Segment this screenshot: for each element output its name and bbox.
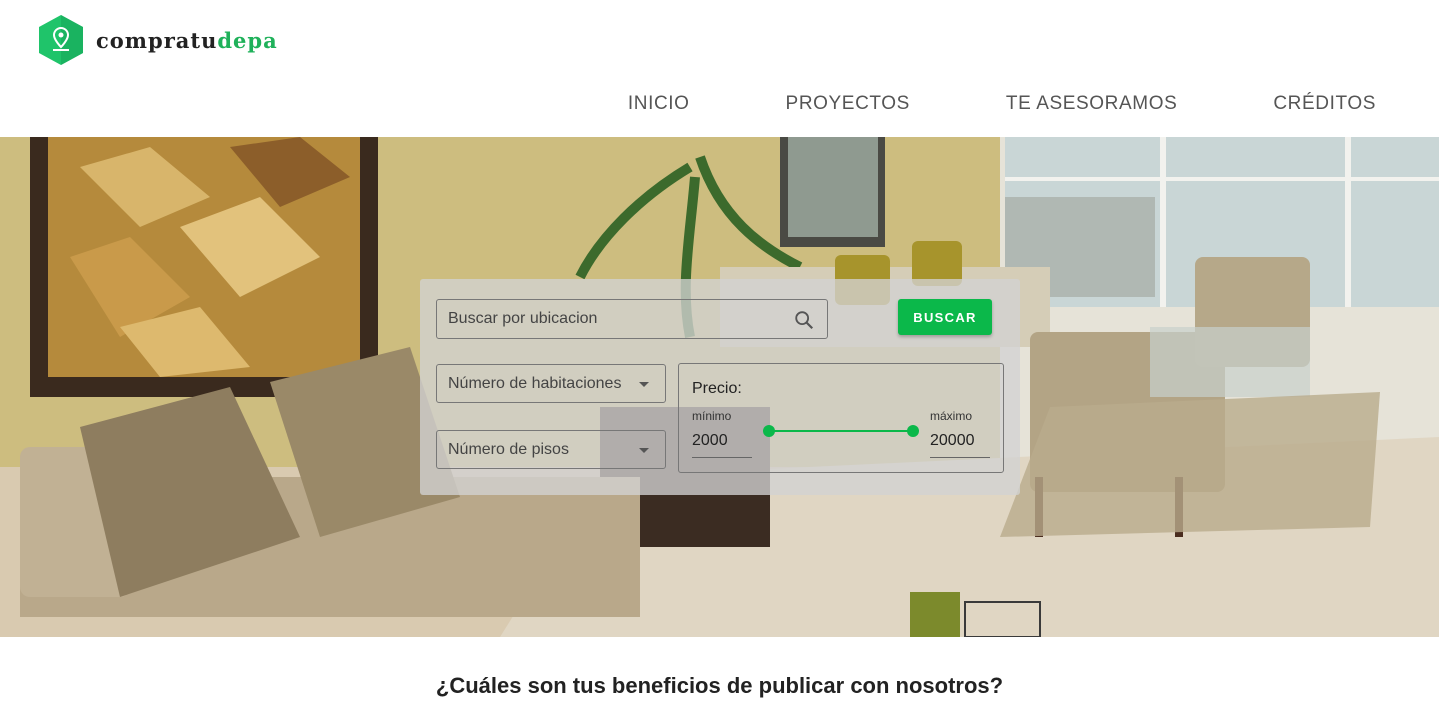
nav-creditos[interactable]: CRÉDITOS	[1273, 93, 1376, 115]
benefits-heading: ¿Cuáles son tus beneficios de publicar c…	[435, 673, 1004, 698]
max-price-input[interactable]: 20000	[930, 430, 990, 458]
floors-select[interactable]: Número de pisos	[436, 430, 666, 469]
rooms-select[interactable]: Número de habitaciones	[436, 364, 666, 403]
max-price-label: máximo	[930, 409, 973, 423]
nav-proyectos[interactable]: PROYECTOS	[786, 93, 910, 115]
price-slider-max-handle[interactable]	[907, 425, 919, 437]
buscar-button[interactable]: BUSCAR	[898, 299, 992, 335]
chevron-down-icon	[639, 382, 649, 387]
price-range-box: Precio: mínimo máximo 2000 20000	[678, 363, 1004, 473]
min-price-input[interactable]: 2000	[692, 430, 752, 458]
brand-name-part2: depa	[217, 27, 278, 53]
logo[interactable]: compratudepa	[38, 14, 278, 66]
location-pin-icon	[38, 14, 84, 66]
floors-select-label: Número de pisos	[448, 440, 569, 458]
price-slider-track[interactable]	[769, 430, 913, 432]
main-nav: INICIO PROYECTOS TE ASESORAMOS CRÉDITOS	[628, 93, 1376, 115]
chevron-down-icon	[639, 448, 649, 453]
site-header: compratudepa INICIO PROYECTOS TE ASESORA…	[0, 0, 1439, 137]
nav-inicio[interactable]: INICIO	[628, 93, 690, 115]
location-search-field[interactable]: Buscar por ubicacion	[436, 299, 828, 339]
price-slider-min-handle[interactable]	[763, 425, 775, 437]
min-price-label: mínimo	[692, 409, 732, 423]
rooms-select-label: Número de habitaciones	[448, 374, 622, 392]
brand-name: compratudepa	[96, 28, 278, 53]
nav-te-asesoramos[interactable]: TE ASESORAMOS	[1006, 93, 1177, 115]
location-search-input[interactable]: Buscar por ubicacion	[448, 310, 597, 328]
brand-name-part1: compratu	[96, 27, 218, 53]
search-panel: Buscar por ubicacion BUSCAR Número de ha…	[420, 279, 1020, 495]
price-title: Precio:	[692, 380, 742, 397]
search-icon[interactable]	[793, 309, 815, 331]
